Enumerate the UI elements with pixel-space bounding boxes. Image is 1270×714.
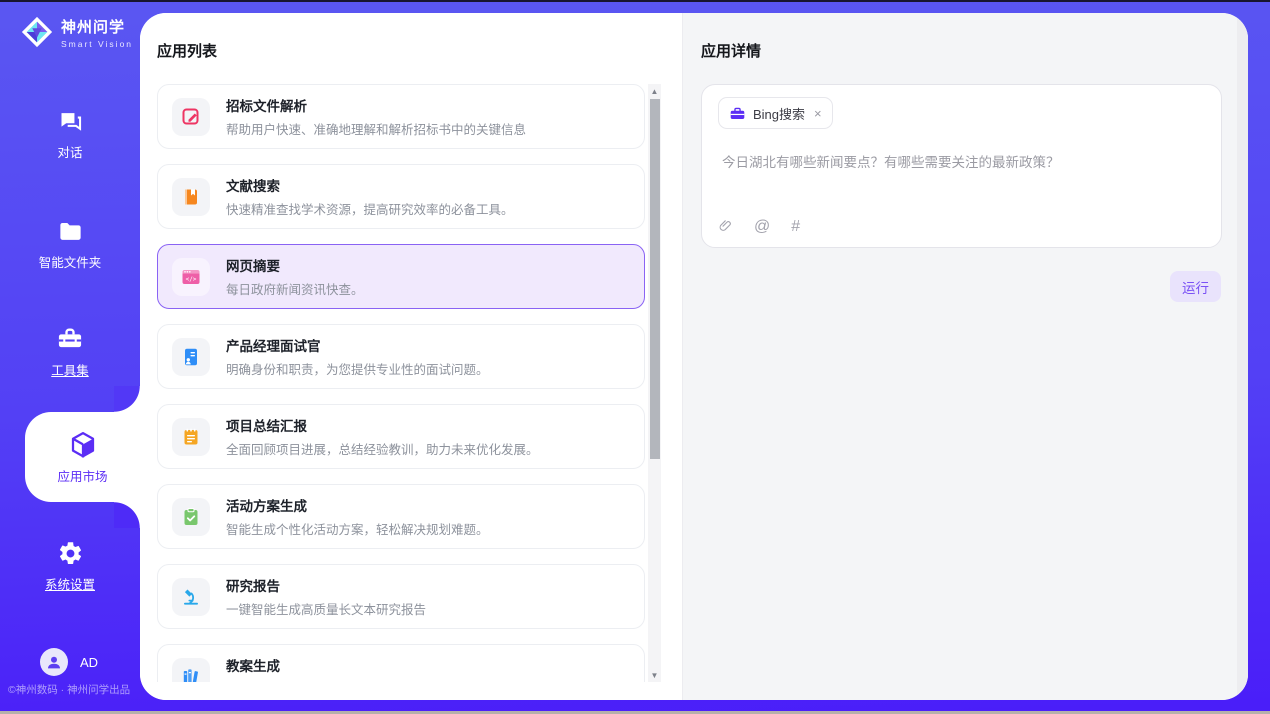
app-name: 文献搜索: [226, 175, 514, 195]
bump-top-curve: [114, 386, 140, 412]
copyright-footer: ©神州数码 · 神州问学出品: [8, 682, 130, 697]
sidebar-item-label: 对话: [57, 142, 82, 161]
tool-chip-bing-search[interactable]: Bing搜索 ×: [718, 97, 833, 129]
book-icon: [172, 178, 210, 216]
sidebar-item-label: 工具集: [51, 360, 89, 379]
app-card-2[interactable]: 文献搜索 快速精准查找学术资源，提高研究效率的必备工具。: [157, 164, 645, 229]
sidebar-item-label: 智能文件夹: [39, 252, 102, 271]
app-card-5[interactable]: 项目总结汇报 全面回顾项目进展，总结经验教训，助力未来优化发展。: [157, 404, 645, 469]
app-detail-panel: 应用详情 Bing搜索 × 今日湖北有哪些新闻要点？有哪些需要关注的最新政策？: [682, 13, 1248, 700]
detail-scrollbar-track[interactable]: [1237, 13, 1248, 700]
sidebar: 神州问学 Smart Vision 对话 智能文件夹: [0, 0, 140, 714]
app-name: 教案生成: [226, 655, 476, 675]
scroll-up-arrow-icon[interactable]: ▲: [648, 84, 661, 98]
cube-icon: [68, 430, 98, 460]
main-content: 应用列表 招标文件解析 帮助用户快速、准确地理解和解析招标书中的关键信息 文献搜…: [140, 13, 1248, 700]
app-list-scrollbar[interactable]: ▲ ▼: [648, 84, 661, 682]
sidebar-item-app-market[interactable]: 应用市场: [25, 412, 140, 502]
paperclip-icon[interactable]: [718, 218, 733, 235]
sidebar-item-settings[interactable]: 系统设置: [0, 540, 140, 593]
document-edit-icon: [172, 98, 210, 136]
microscope-icon: [172, 578, 210, 616]
query-text[interactable]: 今日湖北有哪些新闻要点？有哪些需要关注的最新政策？: [722, 153, 1201, 173]
app-name: 活动方案生成: [226, 495, 489, 515]
app-list-panel: 应用列表 招标文件解析 帮助用户快速、准确地理解和解析招标书中的关键信息 文献搜…: [140, 13, 682, 700]
app-card-6[interactable]: 活动方案生成 智能生成个性化活动方案，轻松解决规划难题。: [157, 484, 645, 549]
app-description: 模板驱动，教案秒成，教学准备从此轻松快捷: [226, 679, 476, 682]
app-description: 全面回顾项目进展，总结经验教训，助力未来优化发展。: [226, 439, 539, 458]
chat-icon: [57, 108, 84, 135]
sidebar-item-label: 系统设置: [45, 574, 95, 593]
user-account[interactable]: AD: [40, 648, 98, 676]
app-detail-title: 应用详情: [701, 40, 1248, 61]
run-button[interactable]: 运行: [1170, 271, 1221, 302]
notepad-icon: [172, 418, 210, 456]
gear-icon: [57, 540, 84, 567]
app-description: 帮助用户快速、准确地理解和解析招标书中的关键信息: [226, 119, 526, 138]
composer-toolbar: @ #: [718, 218, 1201, 235]
app-card-7[interactable]: 研究报告 一键智能生成高质量长文本研究报告: [157, 564, 645, 629]
sidebar-item-chat[interactable]: 对话: [0, 108, 140, 161]
app-description: 每日政府新闻资讯快查。: [226, 279, 364, 298]
sidebar-item-smart-folder[interactable]: 智能文件夹: [0, 218, 140, 271]
app-card-1[interactable]: 招标文件解析 帮助用户快速、准确地理解和解析招标书中的关键信息: [157, 84, 645, 149]
scroll-down-arrow-icon[interactable]: ▼: [648, 668, 661, 682]
window-top-edge: [0, 0, 1270, 2]
brand-logo: 神州问学 Smart Vision: [20, 15, 133, 49]
app-card-list: 招标文件解析 帮助用户快速、准确地理解和解析招标书中的关键信息 文献搜索 快速精…: [157, 84, 645, 682]
toolbox-icon: [56, 325, 84, 353]
brand-name: 神州问学: [61, 16, 133, 37]
app-list-title: 应用列表: [157, 40, 682, 61]
app-card-3[interactable]: </> 网页摘要 每日政府新闻资讯快查。: [157, 244, 645, 309]
tool-chip-label: Bing搜索: [753, 104, 805, 123]
app-card-8[interactable]: 教案生成 模板驱动，教案秒成，教学准备从此轻松快捷: [157, 644, 645, 682]
app-name: 研究报告: [226, 575, 426, 595]
prompt-card: Bing搜索 × 今日湖北有哪些新闻要点？有哪些需要关注的最新政策？ @ #: [701, 84, 1222, 248]
chip-close-icon[interactable]: ×: [814, 106, 822, 121]
app-name: 项目总结汇报: [226, 415, 539, 435]
app-description: 一键智能生成高质量长文本研究报告: [226, 599, 426, 618]
avatar: [40, 648, 68, 676]
sidebar-item-toolbox[interactable]: 工具集: [0, 325, 140, 379]
app-description: 明确身份和职责，为您提供专业性的面试问题。: [226, 359, 489, 378]
app-description: 智能生成个性化活动方案，轻松解决规划难题。: [226, 519, 489, 538]
hash-icon[interactable]: #: [791, 219, 800, 235]
user-name: AD: [80, 655, 98, 670]
mention-at-icon[interactable]: @: [754, 219, 770, 235]
books-icon: [172, 658, 210, 683]
scrollbar-thumb[interactable]: [650, 99, 660, 459]
bump-bottom-curve: [114, 502, 140, 528]
sidebar-item-label: 应用市场: [57, 466, 107, 485]
app-description: 快速精准查找学术资源，提高研究效率的必备工具。: [226, 199, 514, 218]
folder-icon: [57, 218, 84, 245]
resume-icon: [172, 338, 210, 376]
svg-text:</>: </>: [186, 275, 197, 282]
app-name: 产品经理面试官: [226, 335, 489, 355]
app-name: 网页摘要: [226, 255, 364, 275]
app-card-4[interactable]: 产品经理面试官 明确身份和职责，为您提供专业性的面试问题。: [157, 324, 645, 389]
app-list-viewport: 招标文件解析 帮助用户快速、准确地理解和解析招标书中的关键信息 文献搜索 快速精…: [157, 84, 682, 682]
browser-code-icon: </>: [172, 258, 210, 296]
brand-tagline: Smart Vision: [61, 39, 133, 49]
diamond-logo-icon: [20, 15, 54, 49]
briefcase-icon: [729, 105, 746, 122]
app-name: 招标文件解析: [226, 95, 526, 115]
clipboard-check-icon: [172, 498, 210, 536]
